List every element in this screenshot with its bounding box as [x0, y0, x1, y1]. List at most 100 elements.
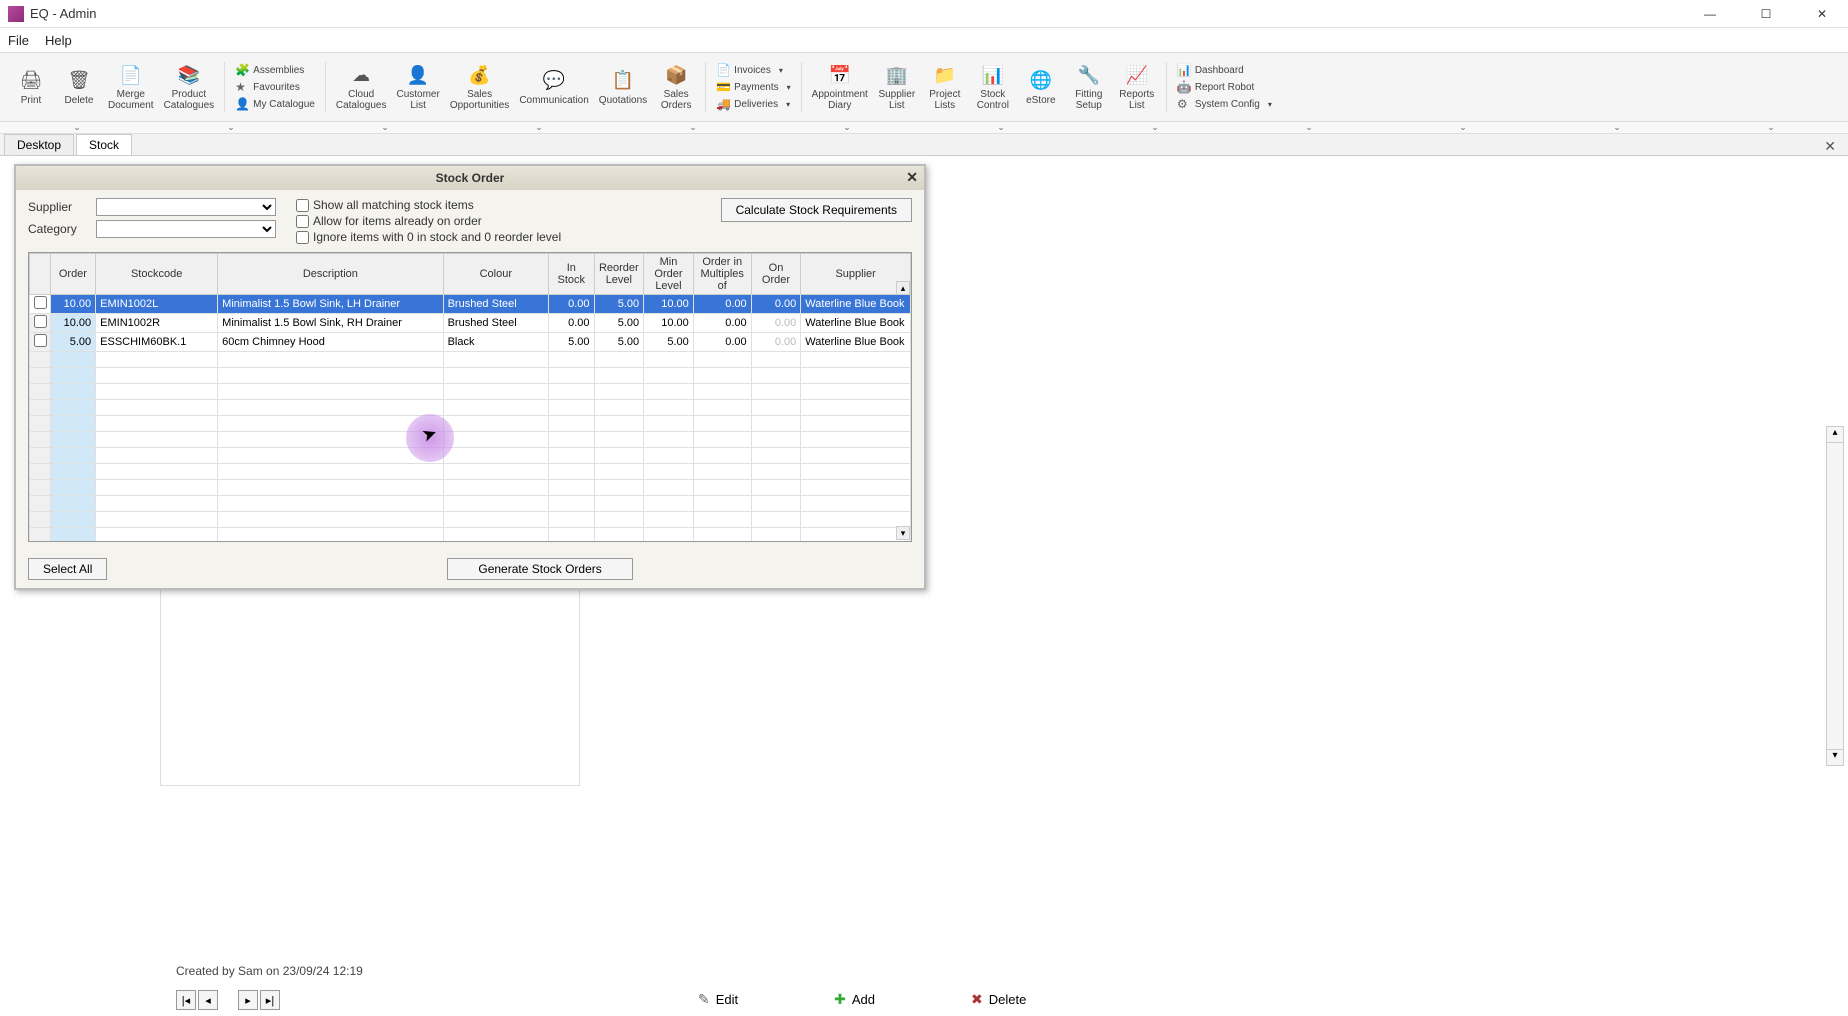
check-show-all[interactable]: Show all matching stock items [296, 198, 561, 212]
supplier-combo[interactable] [96, 198, 276, 216]
ribbon-customer-list[interactable]: 👤Customer List [392, 61, 443, 113]
ribbon-appointment-diary[interactable]: 📅Appointment Diary [808, 61, 872, 113]
ribbon-sales-orders[interactable]: 📦Sales Orders [653, 61, 699, 113]
ribbon-dropdown[interactable]: ⌄ [971, 122, 1031, 133]
table-row[interactable]: 10.00 EMIN1002L Minimalist 1.5 Bowl Sink… [30, 295, 911, 314]
ribbon-invoices[interactable]: 📄Invoices▾ [712, 62, 794, 78]
cell-min-order[interactable]: 5.00 [644, 333, 694, 352]
row-checkbox[interactable] [34, 334, 47, 347]
col-order[interactable]: Order [50, 254, 95, 295]
ribbon-stock-control[interactable]: 📊Stock Control [970, 61, 1016, 113]
ribbon-dropdown[interactable]: ⌄ [1741, 122, 1801, 133]
ribbon-payments[interactable]: 💳Payments▾ [712, 79, 794, 95]
table-row[interactable]: 10.00 EMIN1002R Minimalist 1.5 Bowl Sink… [30, 314, 911, 333]
col-supplier[interactable]: Supplier [801, 254, 911, 295]
ribbon-quotations[interactable]: 📋Quotations [595, 67, 651, 108]
nav-last[interactable]: ▸| [260, 990, 280, 1010]
minimize-button[interactable]: — [1692, 4, 1728, 24]
ribbon-assemblies[interactable]: 🧩Assemblies [231, 62, 319, 78]
cell-multiples[interactable]: 0.00 [693, 314, 751, 333]
scroll-up-icon[interactable]: ▴ [1827, 427, 1843, 443]
cell-description[interactable]: 60cm Chimney Hood [218, 333, 443, 352]
cell-on-order[interactable]: 0.00 [751, 333, 801, 352]
nav-prev[interactable]: ◂ [198, 990, 218, 1010]
cell-order[interactable]: 10.00 [50, 314, 95, 333]
grid-scroll-down[interactable]: ▾ [896, 526, 910, 540]
cell-in-stock[interactable]: 0.00 [549, 314, 594, 333]
ribbon-fitting-setup[interactable]: 🔧Fitting Setup [1066, 61, 1112, 113]
col-min-order-level[interactable]: Min Order Level [644, 254, 694, 295]
ribbon-dropdown[interactable]: ⌄ [1279, 122, 1339, 133]
cell-description[interactable]: Minimalist 1.5 Bowl Sink, LH Drainer [218, 295, 443, 314]
dialog-title-bar[interactable]: Stock Order ✕ [16, 166, 924, 190]
delete-button[interactable]: ✖Delete [963, 989, 1034, 1010]
ribbon-dropdown[interactable]: ⌄ [201, 122, 261, 133]
ribbon-dropdown[interactable]: ⌄ [663, 122, 723, 133]
col-in-stock[interactable]: In Stock [549, 254, 594, 295]
ribbon-favourites[interactable]: ★Favourites [231, 79, 319, 95]
menu-help[interactable]: Help [45, 33, 72, 48]
cell-min-order[interactable]: 10.00 [644, 295, 694, 314]
cell-on-order[interactable]: 0.00 [751, 295, 801, 314]
ribbon-deliveries[interactable]: 🚚Deliveries▾ [712, 96, 794, 112]
dialog-close-button[interactable]: ✕ [906, 169, 918, 186]
cell-min-order[interactable]: 10.00 [644, 314, 694, 333]
menu-file[interactable]: File [8, 33, 29, 48]
cell-stockcode[interactable]: EMIN1002L [96, 295, 218, 314]
check-ignore-zero[interactable]: Ignore items with 0 in stock and 0 reord… [296, 230, 561, 244]
tab-close[interactable]: ✕ [1812, 138, 1848, 155]
cell-stockcode[interactable]: EMIN1002R [96, 314, 218, 333]
cell-in-stock[interactable]: 5.00 [549, 333, 594, 352]
side-scrollbar[interactable]: ▴ ▾ [1826, 426, 1844, 766]
col-stockcode[interactable]: Stockcode [96, 254, 218, 295]
ribbon-dropdown[interactable]: ⌄ [355, 122, 415, 133]
ribbon-dropdown[interactable]: ⌄ [509, 122, 569, 133]
stock-grid[interactable]: Order Stockcode Description Colour In St… [28, 252, 912, 542]
add-button[interactable]: ✚Add [826, 989, 883, 1010]
ribbon-cloud-catalogues[interactable]: ☁Cloud Catalogues [332, 61, 391, 113]
cell-order[interactable]: 10.00 [50, 295, 95, 314]
ribbon-dashboard[interactable]: 📊Dashboard [1173, 62, 1276, 78]
nav-first[interactable]: |◂ [176, 990, 196, 1010]
ribbon-dropdown[interactable]: ⌄ [817, 122, 877, 133]
cell-colour[interactable]: Brushed Steel [443, 295, 548, 314]
row-checkbox[interactable] [34, 296, 47, 309]
cell-supplier[interactable]: Waterline Blue Book [801, 333, 911, 352]
cell-reorder[interactable]: 5.00 [594, 295, 644, 314]
col-on-order[interactable]: On Order [751, 254, 801, 295]
col-reorder-level[interactable]: Reorder Level [594, 254, 644, 295]
tab-desktop[interactable]: Desktop [4, 134, 74, 155]
ribbon-dropdown[interactable]: ⌄ [1125, 122, 1185, 133]
cell-description[interactable]: Minimalist 1.5 Bowl Sink, RH Drainer [218, 314, 443, 333]
cell-reorder[interactable]: 5.00 [594, 314, 644, 333]
ribbon-my-catalogue[interactable]: 👤My Catalogue [231, 96, 319, 112]
cell-order[interactable]: 5.00 [50, 333, 95, 352]
col-colour[interactable]: Colour [443, 254, 548, 295]
cell-colour[interactable]: Brushed Steel [443, 314, 548, 333]
cell-supplier[interactable]: Waterline Blue Book [801, 295, 911, 314]
table-row[interactable]: 5.00 ESSCHIM60BK.1 60cm Chimney Hood Bla… [30, 333, 911, 352]
ribbon-print[interactable]: 🖨Print [8, 67, 54, 108]
ribbon-sales-opportunities[interactable]: 💰Sales Opportunities [446, 61, 513, 113]
check-allow-on-order[interactable]: Allow for items already on order [296, 214, 561, 228]
ribbon-dropdown[interactable]: ⌄ [1587, 122, 1647, 133]
ribbon-communication[interactable]: 💬Communication [515, 67, 592, 108]
cell-stockcode[interactable]: ESSCHIM60BK.1 [96, 333, 218, 352]
edit-button[interactable]: ✎Edit [690, 989, 746, 1010]
grid-scroll-up[interactable]: ▴ [896, 281, 910, 295]
category-combo[interactable] [96, 220, 276, 238]
scroll-down-icon[interactable]: ▾ [1827, 749, 1843, 765]
ribbon-project-lists[interactable]: 📁Project Lists [922, 61, 968, 113]
maximize-button[interactable]: ☐ [1748, 4, 1784, 24]
col-description[interactable]: Description [218, 254, 443, 295]
cell-on-order[interactable]: 0.00 [751, 314, 801, 333]
col-check[interactable] [30, 254, 51, 295]
cell-supplier[interactable]: Waterline Blue Book [801, 314, 911, 333]
cell-reorder[interactable]: 5.00 [594, 333, 644, 352]
ribbon-estore[interactable]: 🌐eStore [1018, 67, 1064, 108]
nav-next[interactable]: ▸ [238, 990, 258, 1010]
generate-stock-orders-button[interactable]: Generate Stock Orders [447, 558, 632, 580]
ribbon-product-catalogues[interactable]: 📚Product Catalogues [160, 61, 219, 113]
select-all-button[interactable]: Select All [28, 558, 107, 580]
ribbon-delete[interactable]: 🗑Delete [56, 67, 102, 108]
